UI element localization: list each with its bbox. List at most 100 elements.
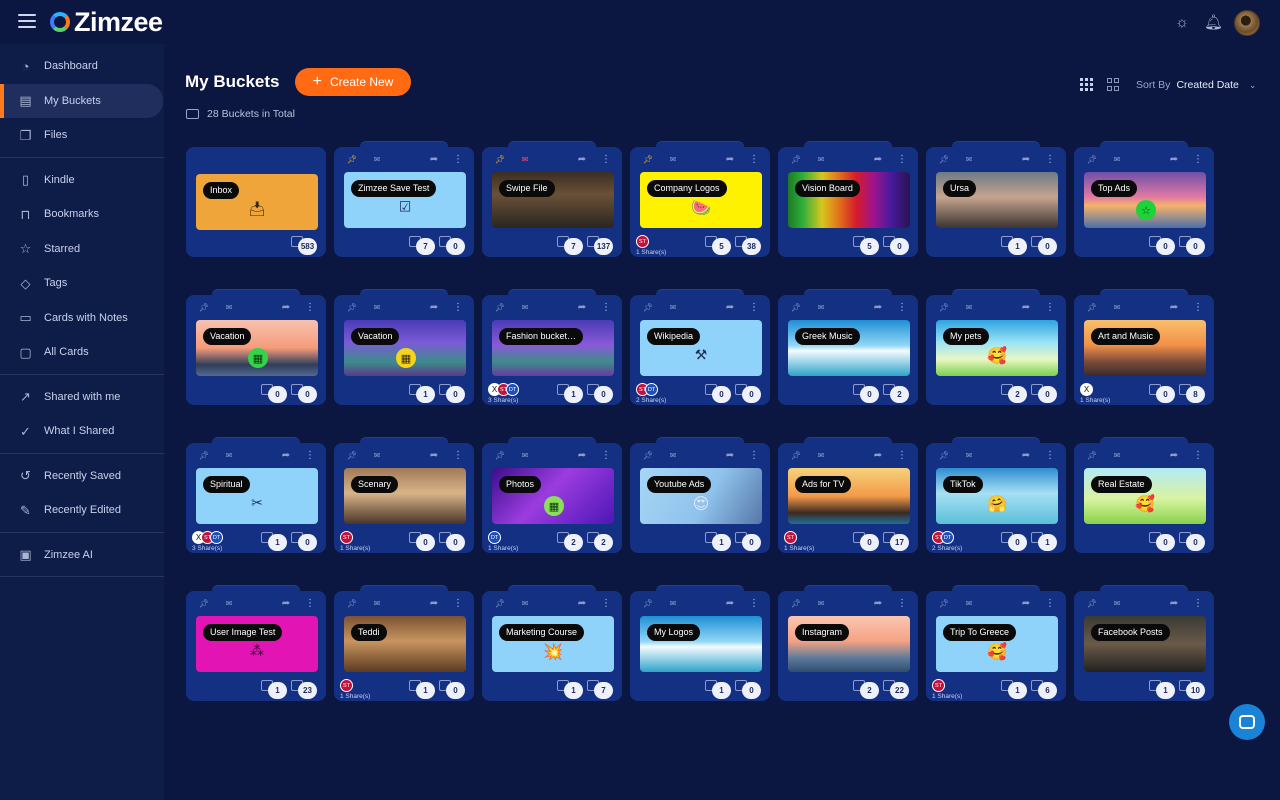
bucket-shares[interactable]: X1 Share(s) (1080, 383, 1110, 404)
more-icon[interactable]: ⋮ (1044, 598, 1056, 610)
sidebar-item-bookmarks[interactable]: ⊓ Bookmarks (0, 197, 164, 232)
email-icon[interactable]: ✉ (667, 302, 679, 314)
sidebar-item-tags[interactable]: ◇ Tags (0, 266, 164, 301)
share-icon[interactable]: ➦ (576, 598, 588, 610)
bucket-card[interactable]: 📌︎ ✉ ➦ ⋮ Photos ▦ DT 1 Share(s) 2 2 (482, 437, 622, 553)
share-icon[interactable]: ➦ (1020, 154, 1032, 166)
more-icon[interactable]: ⋮ (896, 154, 908, 166)
share-icon[interactable]: ➦ (280, 598, 292, 610)
email-icon[interactable]: ✉ (371, 302, 383, 314)
share-icon[interactable]: ➦ (428, 302, 440, 314)
bucket-thumbnail[interactable]: Zimzee Save Test ☑ (344, 172, 466, 228)
share-icon[interactable]: ➦ (724, 598, 736, 610)
bucket-thumbnail[interactable]: Trip To Greece 🥰 (936, 616, 1058, 672)
share-icon[interactable]: ➦ (872, 154, 884, 166)
share-icon[interactable]: ➦ (872, 302, 884, 314)
bucket-thumbnail[interactable]: Facebook Posts (1084, 616, 1206, 672)
email-icon[interactable]: ✉ (815, 450, 827, 462)
bucket-thumbnail[interactable]: Teddi (344, 616, 466, 672)
more-icon[interactable]: ⋮ (304, 598, 316, 610)
pin-icon[interactable]: 📌︎ (494, 450, 506, 462)
bucket-card[interactable]: 📌︎ ✉ ➦ ⋮ Vacation ▦ 0 0 (186, 289, 326, 405)
bucket-thumbnail[interactable]: Greek Music (788, 320, 910, 376)
pin-icon[interactable]: 📌︎ (790, 302, 802, 314)
email-icon[interactable]: ✉ (519, 450, 531, 462)
chat-button[interactable] (1229, 704, 1265, 740)
bucket-card[interactable]: 📌︎ ✉ ➦ ⋮ Fashion bucket… X ST DT 3 Share(s) 1 0 (482, 289, 622, 405)
more-icon[interactable]: ⋮ (748, 302, 760, 314)
more-icon[interactable]: ⋮ (304, 450, 316, 462)
email-icon[interactable]: ✉ (1111, 154, 1123, 166)
share-icon[interactable]: ➦ (1168, 154, 1180, 166)
email-icon[interactable]: ✉ (1111, 302, 1123, 314)
more-icon[interactable]: ⋮ (1192, 154, 1204, 166)
share-icon[interactable]: ➦ (1020, 302, 1032, 314)
menu-icon[interactable] (18, 14, 36, 28)
sort-control[interactable]: Sort By Created Date ⌄ (1136, 79, 1256, 91)
pin-icon[interactable]: 📌︎ (198, 450, 210, 462)
email-icon[interactable]: ✉ (963, 154, 975, 166)
bucket-shares[interactable]: ST 1 Share(s) (784, 531, 814, 552)
more-icon[interactable]: ⋮ (748, 598, 760, 610)
create-new-button[interactable]: + Create New (295, 68, 411, 96)
bucket-thumbnail[interactable]: Company Logos 🍉 (640, 172, 762, 228)
more-icon[interactable]: ⋮ (1192, 450, 1204, 462)
bucket-card[interactable]: 📌︎ ✉ ➦ ⋮ Facebook Posts 1 10 (1074, 585, 1214, 701)
bucket-card[interactable]: 📌︎ ✉ ➦ ⋮ Instagram 2 22 (778, 585, 918, 701)
bucket-shares[interactable]: ST DT 2 Share(s) (932, 531, 962, 552)
bucket-card[interactable]: 📌︎ ✉ ➦ ⋮ Youtube Ads 😍 1 0 (630, 437, 770, 553)
pin-icon[interactable]: 📌︎ (938, 450, 950, 462)
email-icon[interactable]: ✉ (223, 598, 235, 610)
sidebar-item-shared-with-me[interactable]: ↗ Shared with me (0, 380, 164, 415)
pin-icon[interactable]: 📌︎ (346, 302, 358, 314)
bucket-card[interactable]: 📌︎ ✉ ➦ ⋮ Scenary ST 1 Share(s) 0 0 (334, 437, 474, 553)
email-icon[interactable]: ✉ (223, 302, 235, 314)
pin-icon[interactable]: 📌︎ (346, 598, 358, 610)
avatar[interactable] (1234, 10, 1260, 36)
bucket-thumbnail[interactable]: Swipe File (492, 172, 614, 228)
bucket-card[interactable]: 📌︎ ✉ ➦ ⋮ Zimzee Save Test ☑ 7 0 (334, 141, 474, 257)
email-icon[interactable]: ✉ (963, 302, 975, 314)
bucket-shares[interactable]: X ST DT 3 Share(s) (192, 531, 223, 552)
bell-icon[interactable]: 🔔︎ (1204, 15, 1223, 31)
app-logo[interactable]: Zimzee (50, 7, 163, 37)
bucket-card[interactable]: 📌︎ ✉ ➦ ⋮ Wikipedia ⚒ ST DT 2 Share(s) 0 0 (630, 289, 770, 405)
sidebar-item-kindle[interactable]: ▯ Kindle (0, 163, 164, 198)
bucket-card[interactable]: 📌︎ ✉ ➦ ⋮ Marketing Course 💥 1 7 (482, 585, 622, 701)
bucket-thumbnail[interactable]: Instagram (788, 616, 910, 672)
share-icon[interactable]: ➦ (576, 154, 588, 166)
more-icon[interactable]: ⋮ (452, 598, 464, 610)
email-icon[interactable]: ✉ (667, 450, 679, 462)
more-icon[interactable]: ⋮ (1192, 598, 1204, 610)
large-grid-view-icon[interactable] (1107, 78, 1120, 91)
pin-icon[interactable]: 📌︎ (494, 598, 506, 610)
bucket-shares[interactable]: ST 1 Share(s) (340, 531, 370, 552)
sidebar-item-what-i-shared[interactable]: ✓ What I Shared (0, 414, 164, 449)
email-icon[interactable]: ✉ (371, 450, 383, 462)
email-icon[interactable]: ✉ (371, 154, 383, 166)
share-icon[interactable]: ➦ (576, 450, 588, 462)
more-icon[interactable]: ⋮ (452, 302, 464, 314)
pin-icon[interactable]: 📌︎ (790, 154, 802, 166)
pin-icon[interactable]: 📌︎ (790, 598, 802, 610)
bucket-thumbnail[interactable]: Vision Board (788, 172, 910, 228)
email-icon[interactable]: ✉ (963, 450, 975, 462)
more-icon[interactable]: ⋮ (896, 450, 908, 462)
bucket-thumbnail[interactable]: Art and Music (1084, 320, 1206, 376)
more-icon[interactable]: ⋮ (748, 450, 760, 462)
share-icon[interactable]: ➦ (280, 450, 292, 462)
bucket-card[interactable]: 📌︎ ✉ ➦ ⋮ Teddi ST 1 Share(s) 1 0 (334, 585, 474, 701)
bucket-thumbnail[interactable]: Youtube Ads 😍 (640, 468, 762, 524)
share-icon[interactable]: ➦ (280, 302, 292, 314)
pin-icon[interactable]: 📌︎ (494, 154, 506, 166)
bucket-thumbnail[interactable]: Top Ads ☆ (1084, 172, 1206, 228)
bucket-thumbnail[interactable]: Vacation ▦ (344, 320, 466, 376)
pin-icon[interactable]: 📌︎ (1086, 450, 1098, 462)
sidebar-item-cards-with-notes[interactable]: ▭ Cards with Notes (0, 301, 164, 336)
email-icon[interactable]: ✉ (519, 154, 531, 166)
bucket-shares[interactable]: DT 1 Share(s) (488, 531, 518, 552)
bucket-shares[interactable]: ST 1 Share(s) (636, 235, 666, 256)
sidebar-item-dashboard[interactable]: ◔ Dashboard (0, 49, 164, 84)
share-icon[interactable]: ➦ (428, 598, 440, 610)
bucket-shares[interactable]: ST 1 Share(s) (340, 679, 370, 700)
